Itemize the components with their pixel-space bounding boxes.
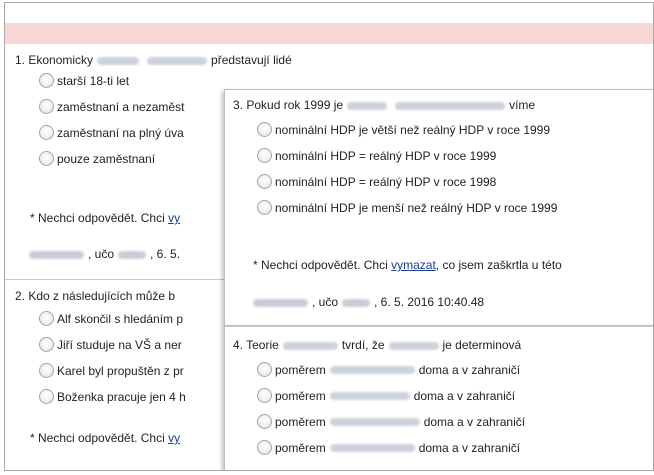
clear-answer-link[interactable]: vymazat — [391, 258, 436, 272]
radio-button[interactable] — [257, 174, 272, 189]
option-label-suffix: doma a v zahraničí — [423, 414, 526, 429]
question-3-title-suffix: víme — [509, 98, 536, 112]
radio-button[interactable] — [257, 200, 272, 215]
radio-button[interactable] — [39, 363, 54, 378]
note-text: * Nechci odpovědět. Chci — [30, 431, 165, 445]
redacted-text — [329, 365, 415, 374]
question-4-title: 4. Teorie tvrdí, že je determinová — [233, 338, 521, 352]
q2-option-2[interactable]: Jiří studuje na VŠ a ner — [39, 337, 182, 352]
radio-button[interactable] — [257, 122, 272, 137]
radio-button[interactable] — [39, 99, 54, 114]
option-label: poměrem — [275, 388, 326, 403]
radio-button[interactable] — [257, 440, 272, 455]
radio-button[interactable] — [257, 148, 272, 163]
q4-option-4[interactable]: poměrem doma a v zahraničí — [257, 440, 520, 455]
clear-answer-link[interactable]: vy — [168, 431, 180, 445]
radio-button[interactable] — [39, 125, 54, 140]
option-label-suffix: doma a v zahraničí — [413, 388, 516, 403]
redacted-text — [347, 101, 388, 110]
meta-date: , 6. 5. — [150, 247, 181, 261]
radio-button[interactable] — [257, 414, 272, 429]
radio-button[interactable] — [39, 151, 54, 166]
redacted-text — [147, 56, 208, 65]
q1-option-2[interactable]: zaměstnaní a nezaměst — [39, 99, 184, 114]
q1-meta: , učo , 6. 5. — [29, 247, 180, 261]
q4-option-2[interactable]: poměrem doma a v zahraničí — [257, 388, 515, 403]
option-label: zaměstnaní na plný úva — [57, 125, 184, 140]
radio-button[interactable] — [257, 388, 272, 403]
redacted-name — [253, 298, 308, 307]
q3-option-4[interactable]: nominální HDP je menší než reálný HDP v … — [257, 200, 557, 215]
q2-skip-note: * Nechci odpovědět. Chci vy — [30, 431, 180, 445]
divider — [5, 279, 245, 280]
q2-option-3[interactable]: Karel byl propuštěn z pr — [39, 363, 184, 378]
q3-option-2[interactable]: nominální HDP = reálný HDP v roce 1999 — [257, 148, 496, 163]
q3-skip-note: * Nechci odpovědět. Chci vymazat, co jse… — [253, 258, 562, 272]
note-text: * Nechci odpovědět. Chci — [253, 258, 388, 272]
header-bar — [5, 23, 653, 44]
question-3-title: 3. Pokud rok 1999 je víme — [233, 98, 535, 112]
question-4-title-prefix: 4. Teorie — [233, 338, 279, 352]
option-label: starší 18-ti let — [57, 73, 130, 88]
option-label: poměrem — [275, 440, 326, 455]
q1-option-4[interactable]: pouze zaměstnaní — [39, 151, 155, 166]
option-label: poměrem — [275, 362, 326, 377]
q4-option-3[interactable]: poměrem doma a v zahraničí — [257, 414, 525, 429]
question-1-title: 1. Ekonomicky představují lidé — [15, 53, 292, 67]
radio-button[interactable] — [257, 362, 272, 377]
redacted-text — [329, 443, 415, 452]
question-3-title-prefix: 3. Pokud rok 1999 je — [233, 98, 344, 112]
option-label: pouze zaměstnaní — [57, 151, 156, 166]
option-label: nominální HDP = reálný HDP v roce 1998 — [275, 174, 497, 189]
question-2-title: 2. Kdo z následujících může b — [15, 289, 176, 303]
meta-date: , 6. 5. 2016 10:40.48 — [374, 295, 485, 309]
option-label: nominální HDP je menší než reálný HDP v … — [275, 200, 558, 215]
meta-label: , učo — [312, 295, 339, 309]
option-label: nominální HDP = reálný HDP v roce 1999 — [275, 148, 497, 163]
radio-button[interactable] — [39, 311, 54, 326]
q3-option-3[interactable]: nominální HDP = reálný HDP v roce 1998 — [257, 174, 496, 189]
q4-option-1[interactable]: poměrem doma a v zahraničí — [257, 362, 520, 377]
q3-meta: , učo , 6. 5. 2016 10:40.48 — [253, 295, 484, 309]
option-label: Boženka pracuje jen 4 h — [57, 389, 186, 404]
q1-option-1[interactable]: starší 18-ti let — [39, 73, 129, 88]
redacted-name — [29, 250, 84, 259]
q1-skip-note: * Nechci odpovědět. Chci vy — [30, 211, 180, 225]
redacted-text — [282, 341, 338, 350]
option-label: poměrem — [275, 414, 326, 429]
redacted-text — [395, 101, 506, 110]
question-4-card: 4. Teorie tvrdí, že je determinová poměrem… — [224, 325, 653, 470]
clear-answer-link[interactable]: vy — [168, 211, 180, 225]
question-4-title-mid: tvrdí, že — [341, 338, 385, 352]
redacted-text — [329, 417, 420, 426]
q2-option-4[interactable]: Boženka pracuje jen 4 h — [39, 389, 186, 404]
q1-option-3[interactable]: zaměstnaní na plný úva — [39, 125, 184, 140]
q3-option-1[interactable]: nominální HDP je větší než reálný HDP v … — [257, 122, 550, 137]
question-4-title-suffix: je determinová — [442, 338, 522, 352]
note-text-suffix: , co jsem zaškrtla u této — [435, 258, 562, 272]
redacted-text — [388, 341, 439, 350]
redacted-uco — [342, 298, 371, 307]
option-label: Alf skončil s hledáním p — [57, 311, 184, 326]
option-label-suffix: doma a v zahraničí — [418, 362, 521, 377]
question-1-title-prefix: 1. Ekonomicky — [15, 53, 94, 67]
redacted-text — [97, 56, 140, 65]
option-label: Jiří studuje na VŠ a ner — [57, 337, 182, 352]
quiz-frame: 1. Ekonomicky představují lidé starší 18-… — [4, 2, 654, 471]
q2-option-1[interactable]: Alf skončil s hledáním p — [39, 311, 183, 326]
question-1-title-suffix: představují lidé — [211, 53, 292, 67]
redacted-uco — [118, 250, 147, 259]
question-3-card: 3. Pokud rok 1999 je víme nominální HDP j… — [224, 89, 653, 325]
meta-label: , učo — [88, 247, 115, 261]
note-text: * Nechci odpovědět. Chci — [30, 211, 165, 225]
option-label: nominální HDP je větší než reálný HDP v … — [275, 122, 551, 137]
divider — [225, 326, 653, 327]
option-label-suffix: doma a v zahraničí — [418, 440, 521, 455]
option-label: Karel byl propuštěn z pr — [57, 363, 184, 378]
option-label: zaměstnaní a nezaměst — [57, 99, 185, 114]
radio-button[interactable] — [39, 337, 54, 352]
redacted-text — [329, 391, 410, 400]
radio-button[interactable] — [39, 73, 54, 88]
radio-button[interactable] — [39, 389, 54, 404]
